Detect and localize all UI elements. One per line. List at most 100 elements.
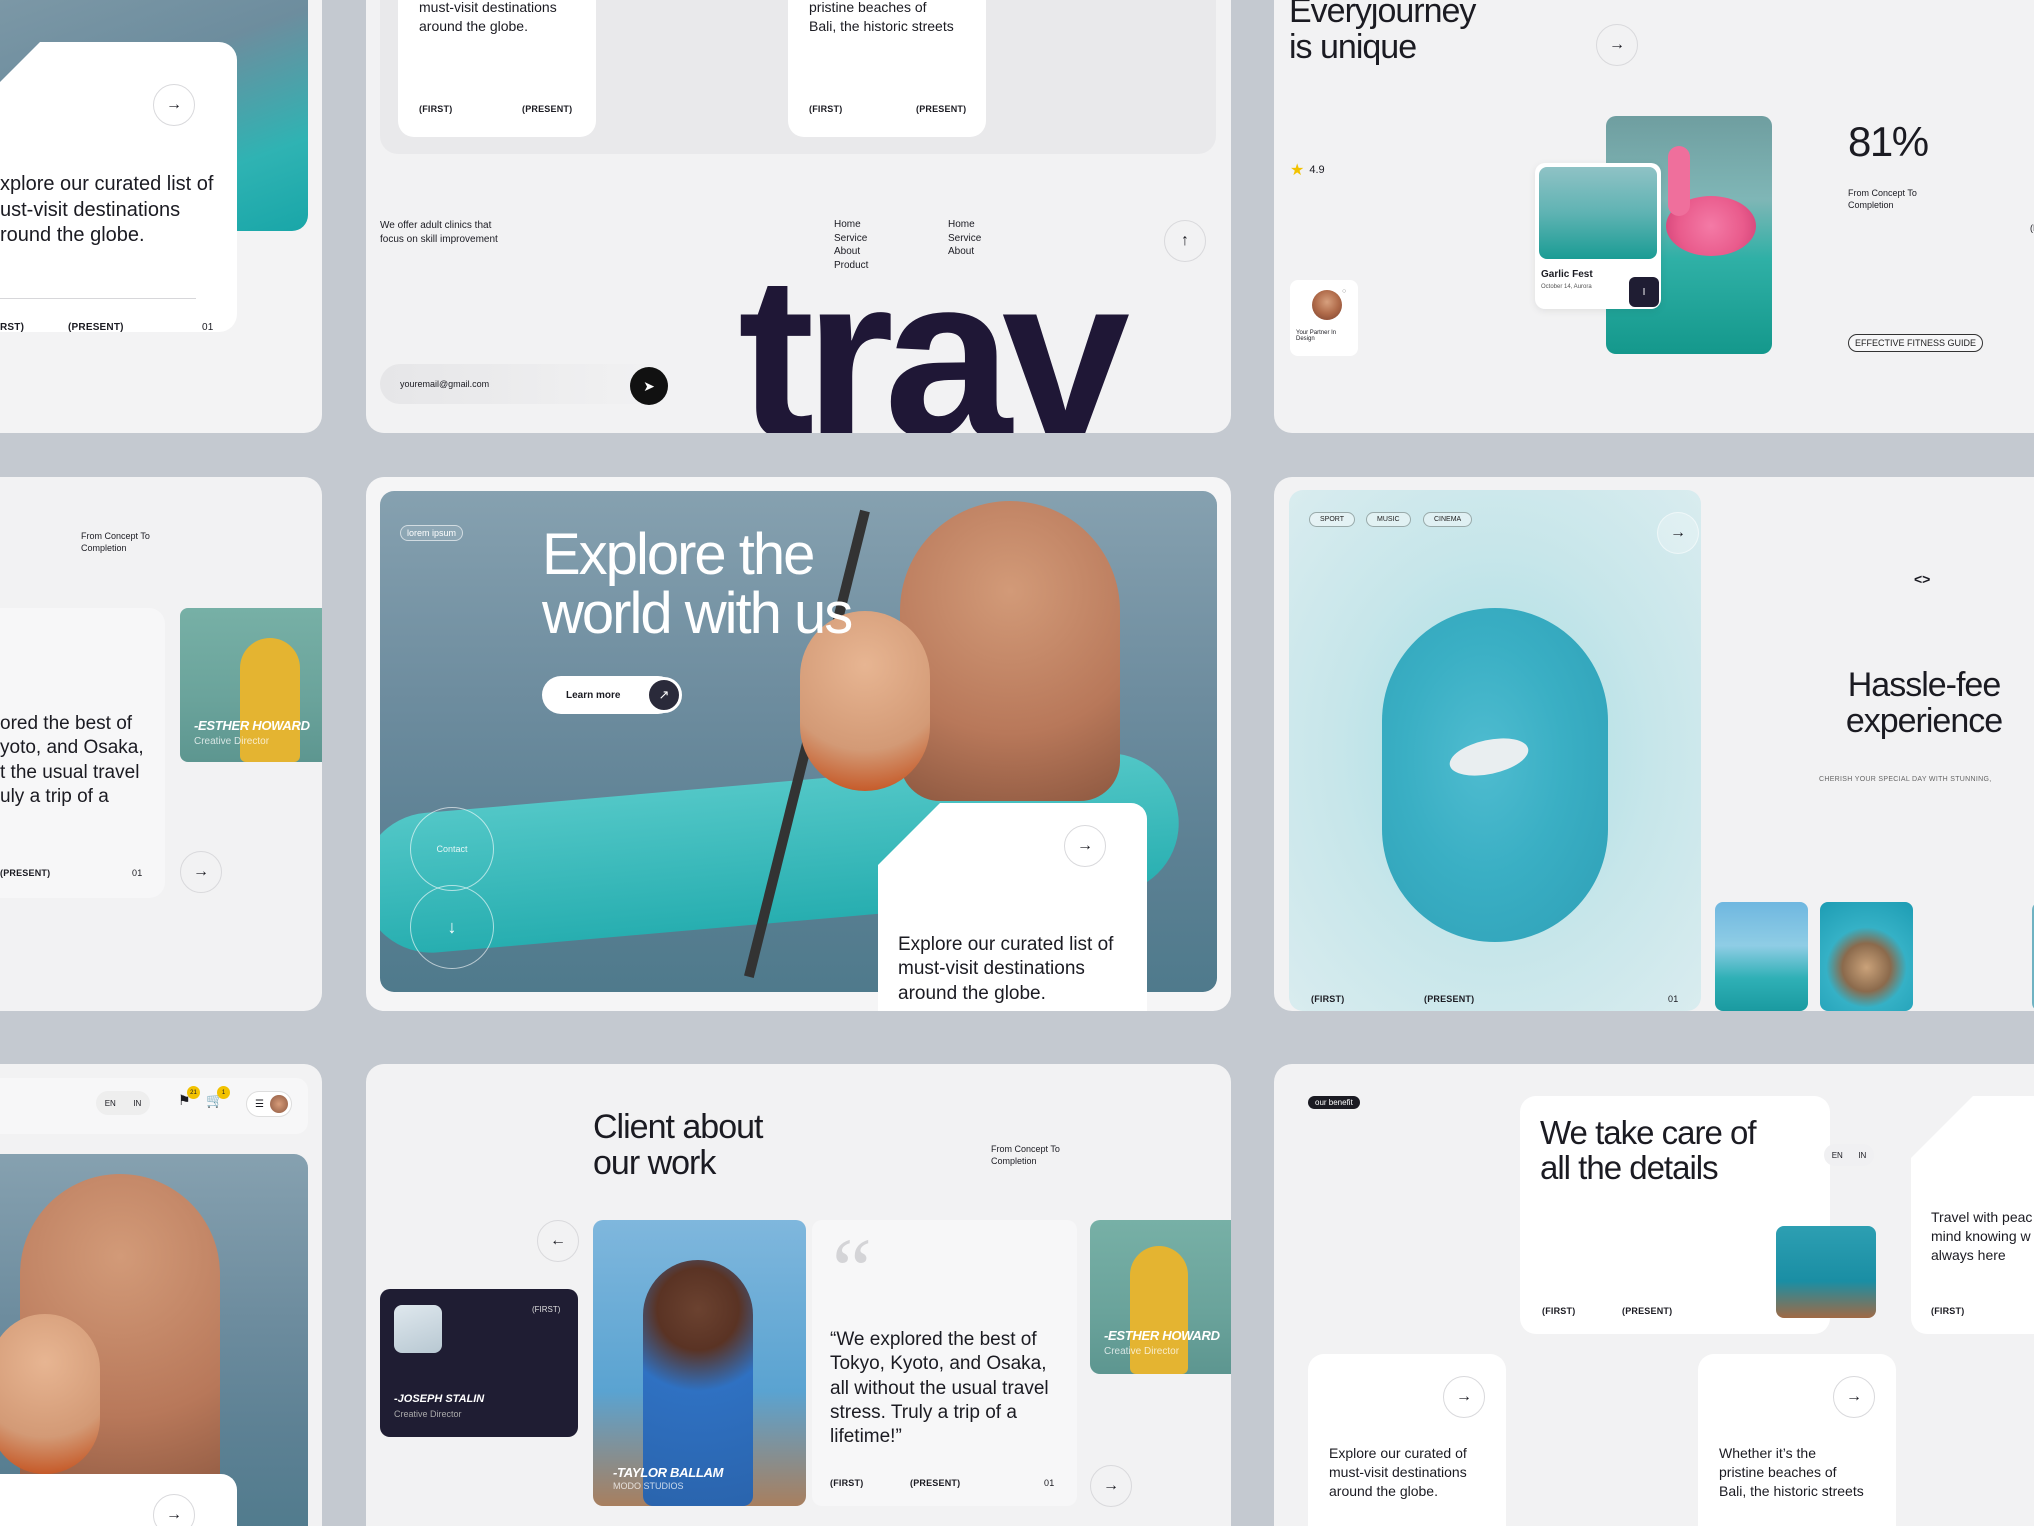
journey-heading: Everyjourney is unique <box>1289 0 1476 66</box>
hero-card-text: Explore our curated list of must-visit d… <box>898 934 1114 1004</box>
testimonial-text: ored the best of yoto, and Osaka, t the … <box>0 713 144 807</box>
dark-testimonial-card: (FIRST) -JOSEPH STALIN Creative Director <box>380 1289 578 1437</box>
flamingo-neck <box>1668 146 1690 216</box>
present-label: (PRESENT) <box>1424 994 1475 1004</box>
present-label: (PRESENT) <box>68 322 124 333</box>
first-label: (FIRST) <box>532 1305 561 1314</box>
present-label: (PRESENT) <box>916 104 967 114</box>
first-label: (FIRST) <box>830 1478 864 1488</box>
client-role: Creative Director <box>394 1409 462 1419</box>
present-label: (PRESENT) <box>522 104 573 114</box>
whether-card: → Whether it’s the pristine beaches of B… <box>1698 1354 1896 1526</box>
arrow-up-icon[interactable]: ↑ <box>1164 220 1206 262</box>
arrow-right-icon[interactable]: → <box>1064 825 1106 867</box>
concept-label: From Concept To Completion <box>991 1144 1060 1167</box>
arrow-right-icon[interactable]: → <box>180 851 222 893</box>
arrow-right-icon[interactable]: → <box>153 84 195 126</box>
arrow-right-icon[interactable]: → <box>1596 24 1638 66</box>
child-figure <box>0 1314 100 1474</box>
code-icon[interactable]: <> <box>1914 571 1930 587</box>
testimonial-card: ored the best of yoto, and Osaka, t the … <box>0 608 165 898</box>
footer-card-left: must-visit destinations around the globe… <box>398 0 596 137</box>
star-icon: ★ <box>1290 162 1305 179</box>
present-label: (PRESENT) <box>910 1478 961 1488</box>
event-badge[interactable]: I <box>1629 277 1659 307</box>
email-field[interactable]: youremail@gmail.com <box>380 364 668 404</box>
send-button[interactable]: ➤ <box>630 367 668 405</box>
lang-in[interactable]: IN <box>1858 1151 1866 1160</box>
card-hero: lorem ipsum Explore the world with us Le… <box>366 477 1231 1011</box>
contact-label: Contact <box>436 844 468 854</box>
fitness-guide-badge[interactable]: EFFECTIVE FITNESS GUIDE <box>1848 334 1984 352</box>
card-experience: SPORT MUSIC CINEMA → (FIRST) (PRESENT) 0… <box>1274 477 2034 1011</box>
client-name: -JOSEPH STALIN <box>394 1393 485 1405</box>
father-son-photo <box>0 1154 308 1526</box>
boat-photo <box>1776 1226 1876 1318</box>
percent-value: 81% <box>1848 118 1929 165</box>
tag-sport[interactable]: SPORT <box>1309 512 1355 527</box>
arrow-right-icon[interactable]: → <box>153 1494 195 1526</box>
footer-card-right: pristine beaches of Bali, the historic s… <box>788 0 986 137</box>
arrow-right-icon[interactable]: → <box>1090 1465 1132 1507</box>
menu-icon: ☰ <box>255 1098 264 1110</box>
hero-tag: lorem ipsum <box>400 525 464 541</box>
offer-text: We offer adult clinics that focus on ski… <box>380 220 498 245</box>
taylor-photo: -TAYLOR BALLAM MODO STUDIOS <box>593 1220 806 1506</box>
quote-card: “ “We explored the best of Tokyo, Kyoto,… <box>812 1220 1077 1506</box>
page-number: 01 <box>132 868 143 878</box>
card-right-text: pristine beaches of Bali, the historic s… <box>809 0 954 34</box>
rating-value: 4.9 <box>1309 164 1325 176</box>
percent-label: From Concept To Completion <box>1848 188 1917 211</box>
scroll-down-button[interactable]: ↓ <box>410 885 494 969</box>
event-photo <box>1539 167 1657 259</box>
arrow-right-icon[interactable]: → <box>1657 512 1699 554</box>
client-name: -TAYLOR BALLAM <box>613 1465 724 1480</box>
experience-title: Hassle-fee experience <box>1845 666 2003 741</box>
pool-photo <box>1289 490 1701 1011</box>
page-number: 01 <box>202 322 214 333</box>
hero-title: Explore the world with us <box>542 522 853 647</box>
tag-cinema[interactable]: CINEMA <box>1423 512 1473 527</box>
card-clients: Client about our work From Concept To Co… <box>366 1064 1231 1526</box>
arrow-left-icon[interactable]: ← <box>537 1220 579 1262</box>
card-footer: must-visit destinations around the globe… <box>366 0 1231 433</box>
arrow-right-icon[interactable]: → <box>1833 1376 1875 1418</box>
first-label: (FIRST) <box>1542 1306 1576 1316</box>
lang-en[interactable]: EN <box>1832 1151 1843 1160</box>
card-details: our benefit We take care of all the deta… <box>1274 1064 2034 1526</box>
event-title: Garlic Fest <box>1541 269 1593 280</box>
pool-shape <box>1382 608 1608 942</box>
card-header-partial: EN IN ⚑ 21 🛒 1 ☰ → <box>0 1064 322 1526</box>
menu-button[interactable]: ☰ <box>246 1091 292 1117</box>
lang-in[interactable]: IN <box>133 1099 141 1108</box>
brand-wordmark: trav <box>738 228 1130 434</box>
email-placeholder: youremail@gmail.com <box>400 379 490 389</box>
partner-card: ○ Your Partner In Design <box>1290 280 1358 356</box>
first-label: RST) <box>0 322 25 333</box>
details-heading: We take care of all the details <box>1540 1114 1757 1186</box>
tag-music[interactable]: MUSIC <box>1366 512 1411 527</box>
arrow-up-right-icon[interactable]: ↗ <box>646 677 682 713</box>
lang-switch[interactable]: EN IN <box>1824 1144 1874 1166</box>
details-card: We take care of all the details EN IN (F… <box>1520 1096 1876 1334</box>
bottom-card: → <box>0 1474 237 1526</box>
side-text: Travel with peac mind knowing w always h… <box>1931 1209 2033 1263</box>
sunbather-photo <box>1820 902 1913 1011</box>
contact-button[interactable]: Contact <box>410 807 494 891</box>
divider <box>0 298 196 299</box>
destinations-text: xplore our curated list of ust-visit des… <box>0 173 214 247</box>
learn-more-label: Learn more <box>566 689 621 701</box>
person-photo: -ESTHER HOWARD Creative Director <box>180 608 322 762</box>
destinations-card: → xplore our curated list of ust-visit d… <box>0 42 237 332</box>
card-testimonial-partial: From Concept To Completion ored the best… <box>0 477 322 1011</box>
lang-en[interactable]: EN <box>105 1099 116 1108</box>
experience-subtitle: CHERISH YOUR SPECIAL DAY WITH STUNNING, <box>1819 776 1992 783</box>
present-label: (PRESENT) <box>1622 1306 1673 1316</box>
lang-switch[interactable]: EN IN <box>96 1091 150 1115</box>
man-figure <box>900 501 1120 801</box>
search-icon: ○ <box>1342 288 1347 295</box>
client-role: MODO STUDIOS <box>613 1481 684 1491</box>
arrow-right-icon[interactable]: → <box>1443 1376 1485 1418</box>
card-left-text: must-visit destinations around the globe… <box>419 0 557 34</box>
first-label: (FIRST) <box>1931 1306 1965 1316</box>
